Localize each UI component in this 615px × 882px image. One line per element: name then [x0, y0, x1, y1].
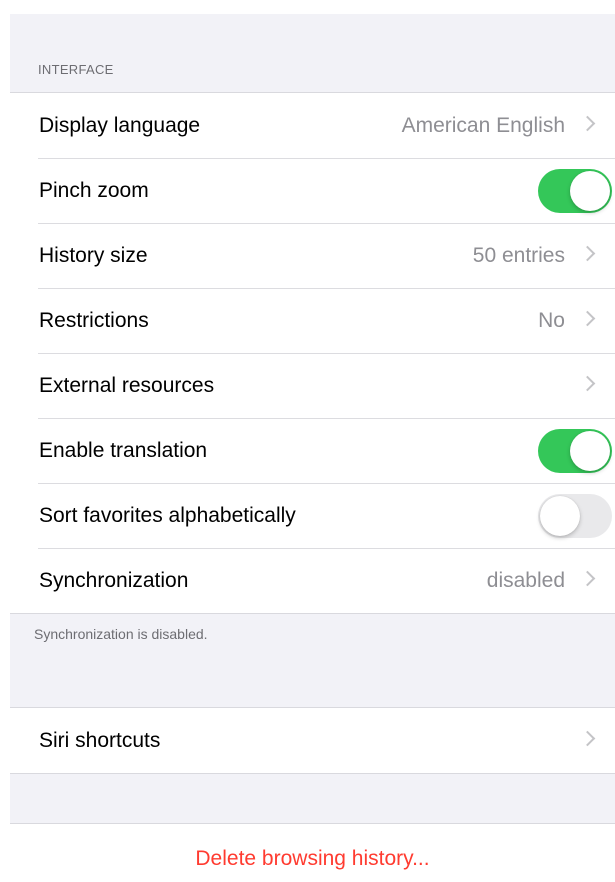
chevron-right-icon [579, 310, 596, 327]
setting-label: Synchronization [39, 569, 189, 592]
top-margin [0, 0, 615, 14]
setting-label: External resources [39, 374, 215, 397]
setting-value: American English [401, 114, 565, 137]
setting-row-synchronization[interactable]: Synchronization disabled [10, 548, 615, 613]
setting-label: Enable translation [39, 439, 208, 462]
enable-translation-toggle[interactable] [538, 429, 612, 473]
section-header-interface: INTERFACE [38, 62, 114, 77]
setting-value: 50 entries [472, 244, 565, 267]
setting-row-sort-favorites: Sort favorites alphabetically [10, 483, 615, 548]
setting-row-display-language[interactable]: Display language American English [10, 93, 615, 158]
toggle-knob [540, 496, 580, 536]
pinch-zoom-toggle[interactable] [538, 169, 612, 213]
toggle-knob [570, 171, 610, 211]
sort-favorites-toggle[interactable] [538, 494, 612, 538]
setting-label: Display language [39, 114, 201, 137]
synchronization-footer-note: Synchronization is disabled. [34, 626, 208, 642]
chevron-right-icon [579, 245, 596, 262]
setting-row-enable-translation: Enable translation [10, 418, 615, 483]
delete-browsing-history-button[interactable]: Delete browsing history... [10, 824, 615, 882]
toggle-knob [570, 431, 610, 471]
chevron-right-icon [579, 375, 596, 392]
chevron-right-icon [579, 570, 596, 587]
setting-label: Siri shortcuts [39, 729, 161, 752]
setting-value: disabled [486, 569, 565, 592]
interface-settings-group: Display language American English Pinch … [10, 92, 615, 614]
setting-label: History size [39, 244, 148, 267]
danger-settings-group: Delete browsing history... [10, 823, 615, 882]
setting-row-pinch-zoom: Pinch zoom [10, 158, 615, 223]
setting-label: Sort favorites alphabetically [39, 504, 296, 527]
siri-settings-group: Siri shortcuts [10, 707, 615, 774]
setting-label: Restrictions [39, 309, 149, 332]
setting-value: No [538, 309, 565, 332]
setting-row-siri-shortcuts[interactable]: Siri shortcuts [10, 708, 615, 773]
setting-row-history-size[interactable]: History size 50 entries [10, 223, 615, 288]
setting-label: Pinch zoom [39, 179, 149, 202]
settings-panel: INTERFACE Display language American Engl… [10, 14, 615, 882]
setting-row-external-resources[interactable]: External resources [10, 353, 615, 418]
setting-row-restrictions[interactable]: Restrictions No [10, 288, 615, 353]
chevron-right-icon [579, 115, 596, 132]
chevron-right-icon [579, 730, 596, 747]
